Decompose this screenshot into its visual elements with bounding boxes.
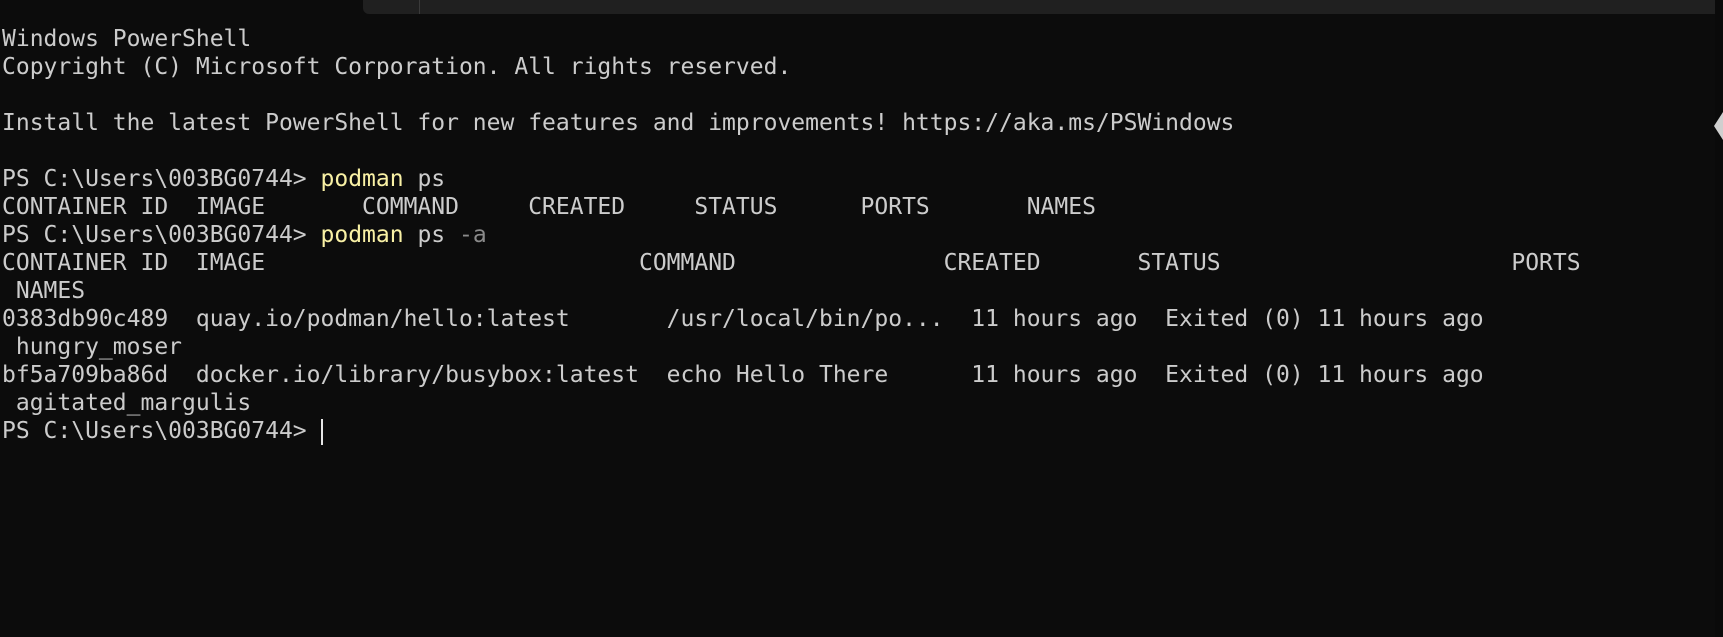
command-args: ps xyxy=(403,166,446,192)
banner-title: Windows PowerShell xyxy=(2,26,252,52)
output-row-wrap: hungry_moser xyxy=(2,334,183,360)
tab-separator xyxy=(419,0,420,14)
prompt-line: PS C:\Users\003BG0744> podman ps -a xyxy=(2,221,1713,249)
output-row: 0383db90c489 quay.io/podman/hello:latest… xyxy=(2,306,1484,332)
command-name: podman xyxy=(320,166,404,192)
banner-copyright: Copyright (C) Microsoft Corporation. All… xyxy=(2,54,792,80)
output-header: CONTAINER ID IMAGE COMMAND CREATED STATU… xyxy=(2,194,1096,220)
command-name: podman xyxy=(320,222,404,248)
prompt-text: PS C:\Users\003BG0744> xyxy=(2,222,321,248)
output-row: bf5a709ba86d docker.io/library/busybox:l… xyxy=(2,362,1484,388)
prompt-text: PS C:\Users\003BG0744> xyxy=(2,418,321,444)
terminal-window[interactable]: Windows PowerShell Copyright (C) Microso… xyxy=(0,0,1723,637)
scroll-arrow-icon[interactable] xyxy=(1714,112,1723,140)
tab-strip[interactable] xyxy=(363,0,1723,14)
scrollbar-track[interactable] xyxy=(1715,0,1723,637)
terminal-buffer[interactable]: Windows PowerShell Copyright (C) Microso… xyxy=(2,25,1713,445)
command-flag: -a xyxy=(445,222,487,248)
install-message: Install the latest PowerShell for new fe… xyxy=(2,110,1235,136)
command-args: ps xyxy=(403,222,446,248)
text-cursor[interactable] xyxy=(320,418,323,445)
prompt-line[interactable]: PS C:\Users\003BG0744> xyxy=(2,417,1713,445)
output-row-wrap: agitated_margulis xyxy=(2,390,252,416)
prompt-line: PS C:\Users\003BG0744> podman ps xyxy=(2,165,1713,193)
output-header: CONTAINER ID IMAGE COMMAND CREATED STATU… xyxy=(2,250,1581,276)
output-header-wrap: NAMES xyxy=(2,278,86,304)
prompt-text: PS C:\Users\003BG0744> xyxy=(2,166,321,192)
